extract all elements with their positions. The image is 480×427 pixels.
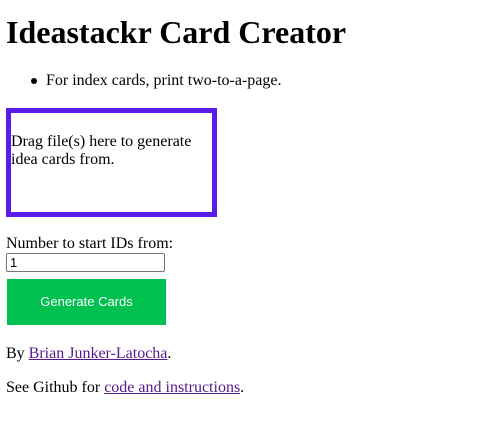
author-link[interactable]: Brian Junker-Latocha [29,345,168,362]
byline-suffix: . [167,345,172,362]
page-title: Ideastackr Card Creator [6,14,347,50]
tips-list: For index cards, print two-to-a-page. [6,72,281,90]
github-prefix: See Github for [6,379,105,396]
list-item: For index cards, print two-to-a-page. [31,72,282,90]
generate-cards-button[interactable]: Generate Cards [7,279,166,325]
file-drop-zone[interactable]: Drag file(s) here to generate idea cards… [6,108,217,217]
tip-text: For index cards, print two-to-a-page. [46,72,282,89]
github-note: See Github for code and instructions. [6,379,244,397]
byline-prefix: By [6,345,29,362]
start-id-label: Number to start IDs from: [6,235,174,252]
drop-zone-text: Drag file(s) here to generate idea cards… [11,133,192,168]
github-link[interactable]: code and instructions [104,379,240,396]
github-suffix: . [240,379,245,396]
start-id-input[interactable] [6,253,165,272]
byline: By Brian Junker-Latocha. [6,345,171,363]
bullet-icon [31,78,37,84]
